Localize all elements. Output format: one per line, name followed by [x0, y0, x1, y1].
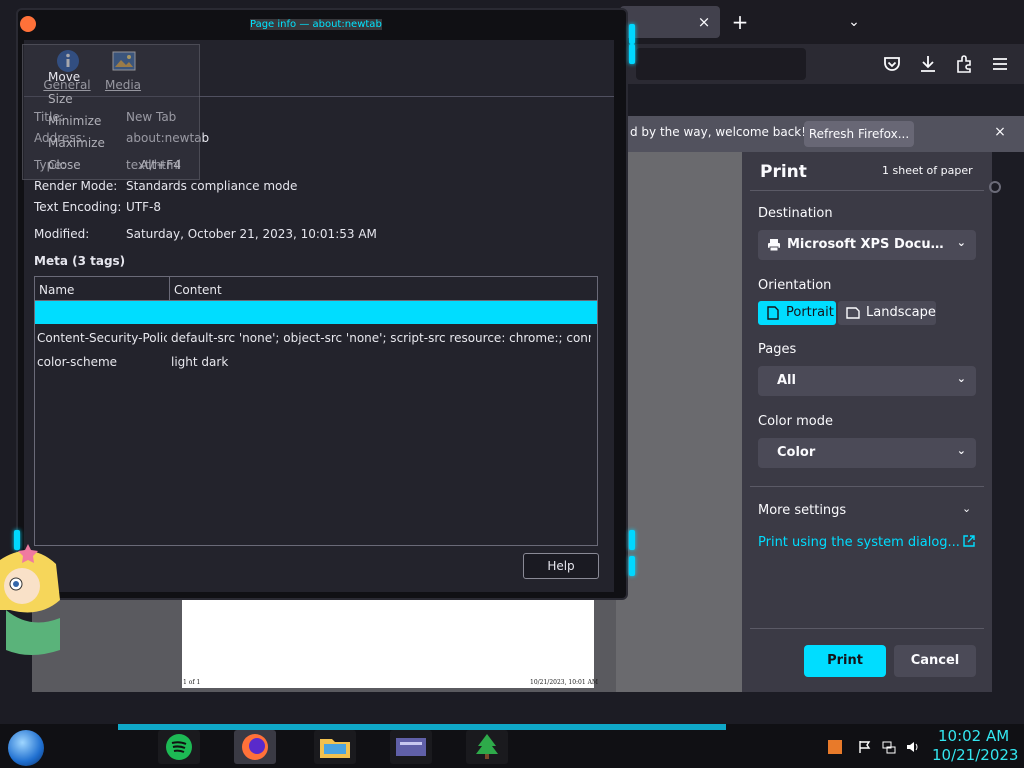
menu-item-maximize[interactable]: Maximize [48, 136, 105, 150]
close-shortcut: Alt+F4 [140, 158, 181, 172]
pocket-icon[interactable] [880, 52, 904, 76]
download-icon[interactable] [916, 52, 940, 76]
table-row[interactable]: Content-Security-Polic... [37, 331, 167, 345]
portrait-button[interactable]: Portrait [758, 301, 836, 325]
hamburger-menu-icon[interactable] [988, 52, 1012, 76]
menu-item-size[interactable]: Size [48, 92, 73, 106]
table-row-content[interactable]: default-src 'none'; object-src 'none'; s… [171, 331, 591, 345]
menu-item-move[interactable]: Move [48, 70, 80, 84]
color-mode-value: Color [777, 445, 816, 460]
clock-date[interactable]: 10/21/2023 [932, 746, 1018, 764]
render-mode-value: Standards compliance mode [126, 179, 298, 193]
frame-led [629, 44, 635, 64]
destination-label: Destination [758, 206, 833, 221]
portrait-label: Portrait [786, 305, 834, 320]
landscape-label: Landscape [866, 305, 936, 320]
printer-icon [768, 239, 780, 252]
divider [750, 190, 984, 191]
gear-icon [989, 181, 1001, 193]
destination-select[interactable]: Microsoft XPS Docume... ⌄ [758, 230, 976, 260]
preview-page [182, 596, 594, 688]
print-title: Print [760, 162, 807, 182]
landscape-page-icon [846, 307, 860, 319]
portrait-page-icon [767, 306, 779, 320]
print-preview-margin [616, 152, 742, 692]
landscape-button[interactable]: Landscape [838, 301, 936, 325]
meta-section-title: Meta (3 tags) [34, 254, 126, 268]
meta-table-header [35, 277, 597, 301]
pages-select[interactable]: All ⌄ [758, 366, 976, 396]
sheet-count: 1 sheet of paper [882, 164, 973, 177]
chevron-down-icon: ⌄ [956, 372, 966, 385]
chevron-down-icon: ⌄ [956, 444, 966, 457]
clock-time[interactable]: 10:02 AM [938, 727, 1009, 745]
tab-list-chevron-icon[interactable]: ⌄ [842, 8, 866, 36]
flag-icon[interactable] [858, 740, 872, 754]
url-bar[interactable] [636, 48, 806, 80]
column-header-content[interactable]: Content [174, 283, 222, 297]
external-link-icon[interactable] [962, 534, 976, 548]
pages-label: Pages [758, 342, 797, 357]
christmas-tree-icon[interactable] [466, 730, 508, 764]
more-settings-toggle[interactable]: More settings [758, 503, 846, 518]
extensions-icon[interactable] [952, 52, 976, 76]
render-mode-label: Render Mode: [34, 179, 118, 193]
notification-close-icon[interactable]: × [990, 122, 1010, 142]
help-button[interactable]: Help [523, 553, 599, 579]
divider [750, 628, 984, 629]
table-row-selected[interactable] [35, 301, 597, 324]
volume-icon[interactable] [906, 740, 920, 754]
tab-close-icon[interactable]: × [694, 10, 714, 34]
firefox-logo-icon[interactable] [20, 16, 36, 32]
system-dialog-link[interactable]: Print using the system dialog... [758, 535, 960, 550]
menu-item-close[interactable]: Close [48, 158, 81, 172]
preview-footer-left: 1 of 1 [183, 679, 201, 686]
frame-led [629, 24, 635, 44]
window-title: Page info — about:newtab [250, 19, 382, 30]
start-button[interactable] [8, 730, 44, 766]
color-mode-label: Color mode [758, 414, 833, 429]
orientation-label: Orientation [758, 278, 832, 293]
control-panel-icon[interactable] [390, 730, 432, 764]
table-row[interactable]: color-scheme [37, 355, 167, 369]
notification-text: d by the way, welcome back! [630, 125, 807, 139]
modified-value: Saturday, October 21, 2023, 10:01:53 AM [126, 227, 377, 241]
modified-label: Modified: [34, 227, 90, 241]
print-button[interactable]: Print [804, 645, 886, 677]
chevron-down-icon: ⌄ [956, 236, 966, 249]
frame-led [629, 530, 635, 550]
cancel-button[interactable]: Cancel [894, 645, 976, 677]
encoding-label: Text Encoding: [34, 200, 122, 214]
divider [750, 486, 984, 487]
app-tray-icon[interactable] [828, 740, 842, 754]
table-row-content[interactable]: light dark [171, 355, 591, 369]
destination-value: Microsoft XPS Docume... [787, 237, 947, 252]
network-icon[interactable] [882, 740, 896, 754]
firefox-taskbar-icon[interactable] [234, 730, 276, 764]
menu-item-minimize[interactable]: Minimize [48, 114, 101, 128]
column-divider[interactable] [169, 277, 170, 300]
pages-value: All [777, 373, 796, 388]
frame-led [629, 556, 635, 576]
encoding-value: UTF-8 [126, 200, 161, 214]
chevron-down-icon[interactable]: ⌄ [962, 502, 971, 515]
new-tab-button[interactable]: + [728, 8, 752, 36]
spotify-icon[interactable] [158, 730, 200, 764]
column-header-name[interactable]: Name [39, 283, 74, 297]
color-mode-select[interactable]: Color ⌄ [758, 438, 976, 468]
character-sticker-icon [0, 544, 60, 655]
file-explorer-icon[interactable] [314, 730, 356, 764]
preview-footer-right: 10/21/2023, 10:01 AM [530, 679, 599, 686]
refresh-firefox-button[interactable]: Refresh Firefox... [804, 121, 914, 147]
